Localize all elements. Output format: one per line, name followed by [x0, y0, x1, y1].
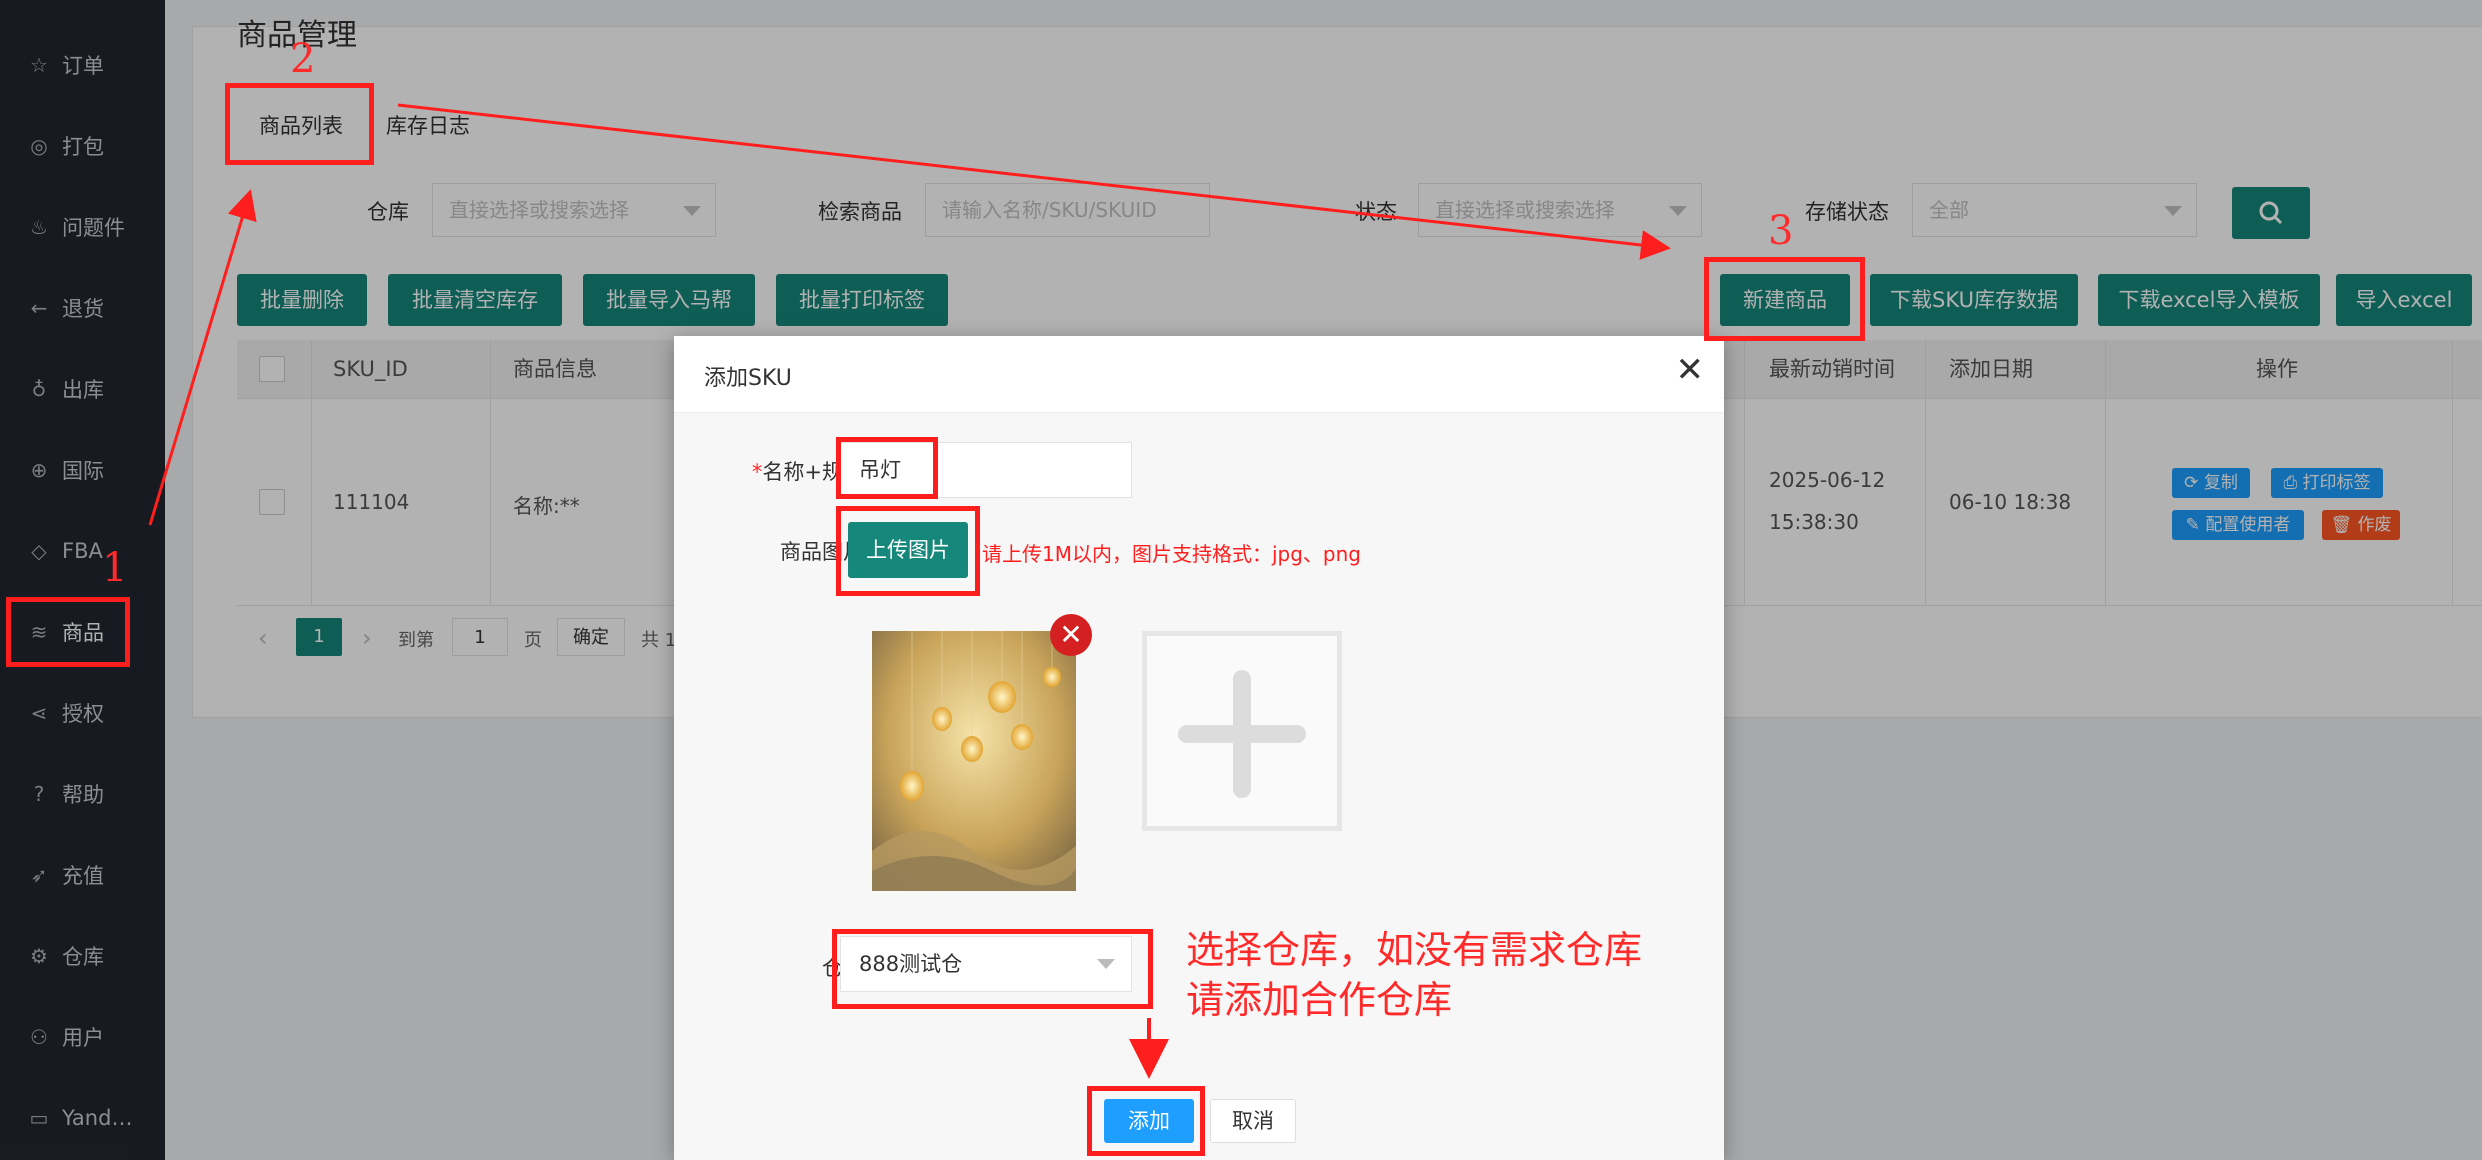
- annotation-number-2: 2: [290, 36, 316, 82]
- annotation-note-line2: 请添加合作仓库: [1186, 978, 1453, 1022]
- annotation-number-3: 3: [1768, 208, 1794, 254]
- annotation-note: 选择仓库，如没有需求仓库 请添加合作仓库: [1186, 925, 1642, 1025]
- annotation-note-line1: 选择仓库，如没有需求仓库: [1186, 928, 1643, 972]
- annotation-number-1: 1: [102, 545, 128, 591]
